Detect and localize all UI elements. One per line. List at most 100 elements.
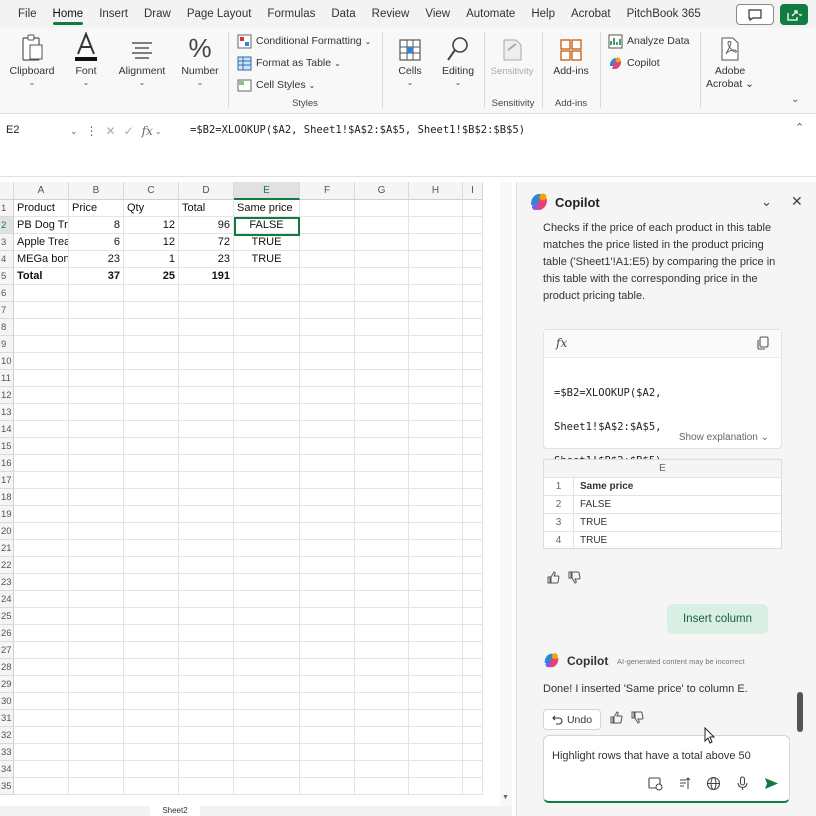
cell[interactable]: [124, 778, 179, 795]
row-header[interactable]: 3: [0, 234, 14, 251]
row-header[interactable]: 7: [0, 302, 14, 319]
cell-a1[interactable]: Product: [14, 200, 69, 217]
cell[interactable]: [409, 676, 463, 693]
cell[interactable]: [124, 540, 179, 557]
cell[interactable]: [463, 659, 483, 676]
cell[interactable]: [234, 336, 300, 353]
cell[interactable]: [409, 268, 463, 285]
cell[interactable]: [355, 574, 409, 591]
cell[interactable]: [300, 472, 355, 489]
row-header[interactable]: 4: [0, 251, 14, 268]
cell[interactable]: [234, 387, 300, 404]
cell[interactable]: [463, 625, 483, 642]
row-header[interactable]: 35: [0, 778, 14, 795]
menu-tab-home[interactable]: Home: [45, 0, 92, 28]
cell[interactable]: [14, 744, 69, 761]
alignment-button[interactable]: Alignment ⌄: [112, 32, 172, 88]
cell[interactable]: [179, 319, 234, 336]
cell[interactable]: [300, 268, 355, 285]
cell[interactable]: [463, 727, 483, 744]
cell[interactable]: [463, 387, 483, 404]
more-options-icon[interactable]: ⋮: [86, 124, 98, 138]
cell[interactable]: [355, 370, 409, 387]
cell[interactable]: [355, 642, 409, 659]
cell[interactable]: [300, 625, 355, 642]
cell-b3[interactable]: 6: [69, 234, 124, 251]
cell[interactable]: [300, 523, 355, 540]
cell[interactable]: [69, 353, 124, 370]
microphone-icon[interactable]: [735, 776, 750, 791]
cell[interactable]: [409, 336, 463, 353]
cell[interactable]: [409, 727, 463, 744]
cell[interactable]: [300, 370, 355, 387]
cell[interactable]: [14, 370, 69, 387]
cell[interactable]: [355, 353, 409, 370]
cell[interactable]: [69, 608, 124, 625]
row-header[interactable]: 8: [0, 319, 14, 336]
row-header[interactable]: 10: [0, 353, 14, 370]
cell[interactable]: [409, 523, 463, 540]
cell[interactable]: [409, 234, 463, 251]
cell[interactable]: [463, 744, 483, 761]
cell[interactable]: [14, 404, 69, 421]
cell[interactable]: [179, 693, 234, 710]
cell[interactable]: [463, 676, 483, 693]
cell[interactable]: [300, 251, 355, 268]
cell[interactable]: [300, 506, 355, 523]
row-header[interactable]: 24: [0, 591, 14, 608]
cell[interactable]: [355, 625, 409, 642]
cell[interactable]: [409, 353, 463, 370]
cell[interactable]: [409, 574, 463, 591]
cell[interactable]: [355, 387, 409, 404]
cell[interactable]: [355, 557, 409, 574]
cell[interactable]: [69, 727, 124, 744]
cell[interactable]: [179, 438, 234, 455]
cell[interactable]: [179, 676, 234, 693]
cell[interactable]: [14, 285, 69, 302]
column-header-d[interactable]: D: [179, 182, 234, 200]
cell[interactable]: [463, 336, 483, 353]
copilot-scrollbar[interactable]: [797, 692, 803, 732]
cell[interactable]: [14, 778, 69, 795]
cell-e5[interactable]: [234, 268, 300, 285]
cell[interactable]: [69, 676, 124, 693]
cell[interactable]: [69, 591, 124, 608]
cell[interactable]: [463, 217, 483, 234]
cell[interactable]: [234, 421, 300, 438]
cell[interactable]: [179, 710, 234, 727]
cell[interactable]: [463, 608, 483, 625]
cell[interactable]: [409, 540, 463, 557]
cell[interactable]: [463, 234, 483, 251]
menu-tab-pitchbook-365[interactable]: PitchBook 365: [619, 0, 709, 28]
menu-tab-formulas[interactable]: Formulas: [259, 0, 323, 28]
thumbs-up-icon[interactable]: [610, 711, 623, 724]
cell-d2[interactable]: 96: [179, 217, 234, 234]
cell[interactable]: [463, 370, 483, 387]
row-header[interactable]: 22: [0, 557, 14, 574]
cell[interactable]: [179, 285, 234, 302]
cell[interactable]: [355, 727, 409, 744]
row-header[interactable]: 23: [0, 574, 14, 591]
cell[interactable]: [179, 727, 234, 744]
cell[interactable]: [409, 693, 463, 710]
cell[interactable]: [409, 251, 463, 268]
editing-button[interactable]: Editing ⌄: [428, 32, 488, 88]
row-header[interactable]: 12: [0, 387, 14, 404]
cell[interactable]: [463, 710, 483, 727]
cell-styles-button[interactable]: Cell Styles ⌄: [237, 75, 315, 95]
cell[interactable]: [124, 642, 179, 659]
row-header[interactable]: 18: [0, 489, 14, 506]
cell[interactable]: [234, 302, 300, 319]
cell[interactable]: [124, 370, 179, 387]
cell[interactable]: [463, 285, 483, 302]
cell[interactable]: [300, 676, 355, 693]
cell[interactable]: [409, 608, 463, 625]
thumbs-down-icon[interactable]: [631, 711, 644, 724]
cell[interactable]: [463, 353, 483, 370]
cell[interactable]: [14, 455, 69, 472]
cell[interactable]: [300, 659, 355, 676]
cell[interactable]: [463, 778, 483, 795]
cell[interactable]: [124, 421, 179, 438]
cell[interactable]: [463, 251, 483, 268]
menu-tab-file[interactable]: File: [10, 0, 45, 28]
